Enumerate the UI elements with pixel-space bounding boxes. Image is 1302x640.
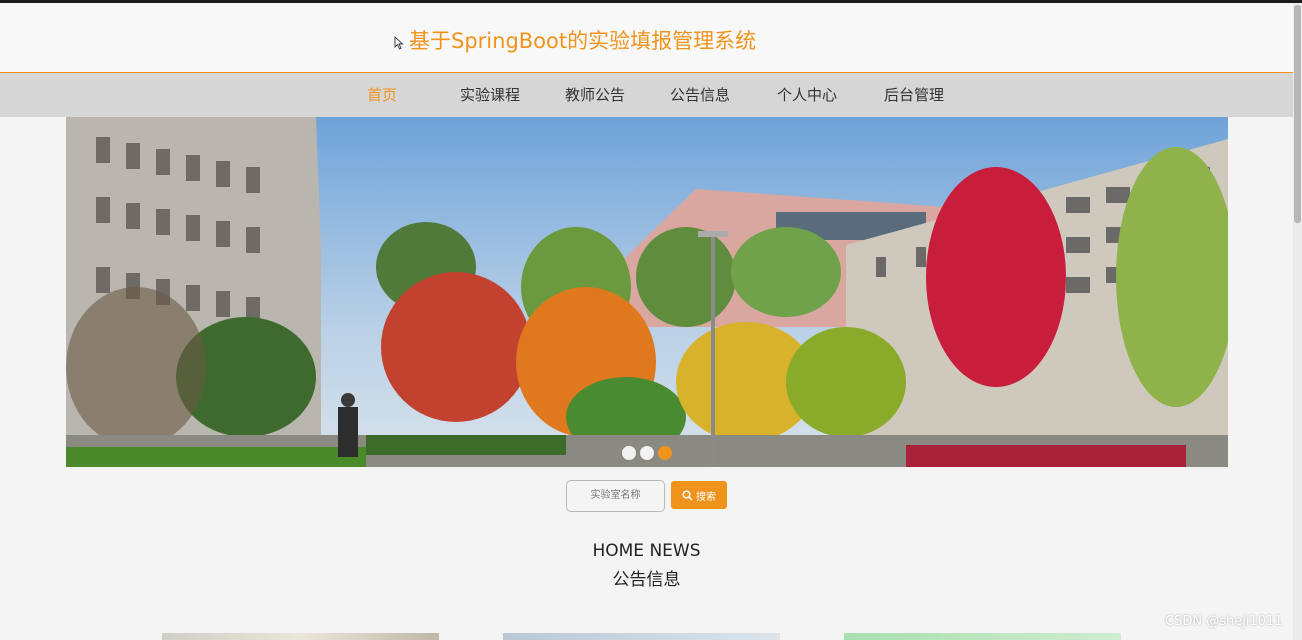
site-title: 基于SpringBoot的实验填报管理系统 <box>409 29 757 53</box>
lab-name-search-input[interactable]: 实验室名称 <box>566 480 665 512</box>
scrollbar-thumb[interactable] <box>1294 5 1301 223</box>
search-button-label: 搜索 <box>696 491 716 503</box>
nav-item-courses[interactable]: 实验课程 <box>460 84 520 105</box>
csdn-watermark: CSDN @sheji1011 <box>1165 614 1283 629</box>
news-section-title-en: HOME NEWS <box>592 541 701 561</box>
news-card-thumbnail[interactable] <box>162 633 439 640</box>
page-scrollbar[interactable] <box>1293 3 1302 640</box>
nav-item-profile[interactable]: 个人中心 <box>777 84 837 105</box>
mouse-cursor-icon <box>394 36 404 50</box>
search-button[interactable]: 搜索 <box>671 481 727 509</box>
carousel-dot-1[interactable] <box>622 446 636 460</box>
carousel-dot-3[interactable] <box>658 446 672 460</box>
search-icon <box>682 490 693 501</box>
news-card-thumbnail[interactable] <box>844 633 1121 640</box>
news-card-thumbnail[interactable] <box>503 633 780 640</box>
nav-item-admin[interactable]: 后台管理 <box>884 84 944 105</box>
campus-photo <box>66 117 1228 467</box>
carousel-dot-2[interactable] <box>640 446 654 460</box>
nav-item-home[interactable]: 首页 <box>367 84 397 105</box>
news-section-title-cn: 公告信息 <box>612 570 681 590</box>
site-header: 基于SpringBoot的实验填报管理系统 <box>0 3 1293 72</box>
banner-carousel[interactable] <box>66 117 1228 467</box>
nav-item-teacher-notice[interactable]: 教师公告 <box>565 84 625 105</box>
main-nav: 首页 实验课程 教师公告 公告信息 个人中心 后台管理 <box>0 72 1293 117</box>
nav-item-announcements[interactable]: 公告信息 <box>670 84 730 105</box>
